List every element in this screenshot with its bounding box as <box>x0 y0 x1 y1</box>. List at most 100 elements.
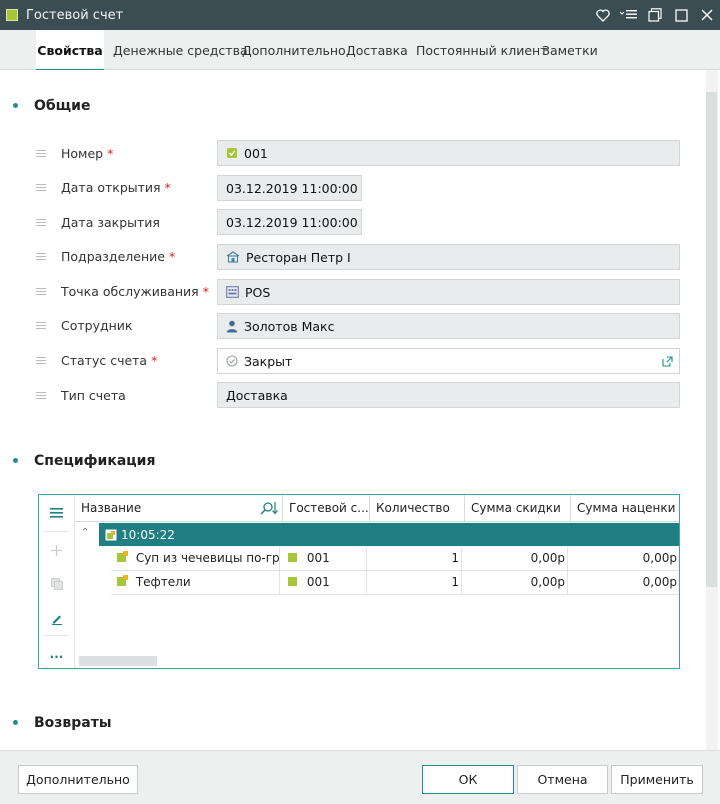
row-markup-cell: 0,00р <box>642 551 677 565</box>
check-circle-icon <box>226 355 238 367</box>
drag-handle-icon[interactable] <box>36 150 46 157</box>
employee-value: Золотов Макс <box>244 318 335 334</box>
table-row[interactable]: Суп из чечевицы по-греч... 001 1 0,00р 0… <box>111 547 679 571</box>
service-point-value: POS <box>245 284 271 300</box>
tab-delivery[interactable]: Доставка <box>346 30 408 70</box>
add-icon[interactable] <box>39 536 74 564</box>
window-controls <box>590 0 720 30</box>
tab-loyal-client[interactable]: Постоянный клиент <box>416 30 548 70</box>
type-field[interactable]: Доставка <box>217 382 680 408</box>
toolbar-divider <box>43 635 70 636</box>
division-label: Подразделение * <box>61 249 176 264</box>
status-select[interactable]: Закрыт <box>217 348 680 374</box>
copy-icon[interactable] <box>39 570 74 598</box>
row-check-cell: 001 <box>280 571 367 594</box>
drag-handle-icon[interactable] <box>36 357 46 364</box>
column-header-name[interactable]: Название <box>75 495 283 522</box>
check-square-icon <box>288 577 297 586</box>
maximize-icon[interactable] <box>668 0 694 30</box>
tab-additional[interactable]: Дополнительно <box>242 30 346 70</box>
number-label: Номер * <box>61 146 114 161</box>
favorite-heart-icon[interactable] <box>590 0 616 30</box>
number-field[interactable]: 001 <box>217 140 680 166</box>
drag-handle-icon[interactable] <box>36 288 46 295</box>
status-label: Статус счета * <box>61 353 158 368</box>
tab-properties[interactable]: Свойства <box>36 30 104 71</box>
close-date-field[interactable]: 03.12.2019 11:00:00 <box>217 209 362 235</box>
row-discount-cell: 0,00р <box>462 571 568 594</box>
service-point-field[interactable]: POS <box>217 279 680 305</box>
drag-handle-icon[interactable] <box>36 392 46 399</box>
row-discount-cell: 0,00р <box>462 547 568 570</box>
division-value: Ресторан Петр I <box>246 249 351 265</box>
row-markup-cell: 0,00р <box>642 575 677 589</box>
group-check-icon <box>105 529 117 541</box>
cancel-button[interactable]: Отмена <box>517 765 608 794</box>
row-name-cell: Суп из чечевицы по-греч... <box>111 547 280 570</box>
section-general-title: Общие <box>34 98 91 114</box>
number-value: 001 <box>244 145 268 161</box>
close-icon[interactable] <box>694 0 720 30</box>
open-date-field[interactable]: 03.12.2019 11:00:00 <box>217 175 362 201</box>
row-qty-cell: 1 <box>367 547 462 570</box>
type-value: Доставка <box>226 387 288 403</box>
row-check-cell: 001 <box>280 547 367 570</box>
dish-icon <box>117 551 128 562</box>
dialog-footer: Дополнительно ОК Отмена Применить <box>0 750 720 804</box>
more-options-icon[interactable]: ... <box>39 640 74 668</box>
division-field[interactable]: Ресторан Петр I <box>217 244 680 270</box>
close-date-label: Дата закрытия <box>61 215 160 230</box>
section-bullet <box>13 720 18 725</box>
section-returns-title: Возвраты <box>34 715 112 731</box>
grid-header: Название Гостевой с... Количество Сумма … <box>75 495 679 522</box>
service-point-label: Точка обслуживания * <box>61 284 209 299</box>
spec-grid: ... Название Гостевой с... Количество Су… <box>38 494 680 669</box>
column-header-markup[interactable]: Сумма наценки <box>571 495 679 522</box>
ok-button[interactable]: ОК <box>422 765 514 794</box>
horizontal-scrollbar-thumb[interactable] <box>79 656 157 666</box>
drag-handle-icon[interactable] <box>36 253 46 260</box>
section-bullet <box>13 458 18 463</box>
dish-icon <box>117 575 128 586</box>
status-value: Закрыт <box>244 353 293 369</box>
drag-handle-icon[interactable] <box>36 184 46 191</box>
vertical-scrollbar-thumb[interactable] <box>706 92 717 587</box>
drag-handle-icon[interactable] <box>36 219 46 226</box>
search-sort-icon[interactable] <box>259 501 279 519</box>
grid-menu-icon[interactable] <box>39 499 74 527</box>
row-qty-cell: 1 <box>367 571 462 594</box>
close-date-value: 03.12.2019 11:00:00 <box>226 214 358 230</box>
pos-terminal-icon <box>226 286 239 298</box>
title-bar: Гостевой счет <box>0 0 720 30</box>
toolbar-divider <box>43 531 70 532</box>
menu-list-icon[interactable] <box>616 0 642 30</box>
restore-window-icon[interactable] <box>642 0 668 30</box>
tab-notes[interactable]: Заметки <box>542 30 598 70</box>
drag-handle-icon[interactable] <box>36 322 46 329</box>
person-icon <box>226 320 238 333</box>
tab-bar: Свойства Денежные средства Дополнительно… <box>0 30 720 71</box>
open-date-label: Дата открытия * <box>61 180 171 195</box>
collapse-chevron-icon[interactable]: ⌃ <box>81 527 89 538</box>
section-bullet <box>13 103 18 108</box>
window-title: Гостевой счет <box>26 7 124 23</box>
column-header-quantity[interactable]: Количество <box>370 495 465 522</box>
open-link-icon[interactable] <box>662 355 673 370</box>
grid-toolbar: ... <box>39 495 75 668</box>
table-row[interactable]: Тефтели 001 1 0,00р 0,00р <box>111 571 679 595</box>
edit-pencil-icon[interactable] <box>39 605 74 633</box>
apply-button[interactable]: Применить <box>611 765 703 794</box>
restaurant-building-icon <box>226 251 240 263</box>
group-row[interactable]: 10:05:22 <box>99 523 679 546</box>
column-header-check[interactable]: Гостевой с... <box>283 495 370 522</box>
group-label: 10:05:22 <box>121 527 175 542</box>
column-header-discount[interactable]: Сумма скидки <box>465 495 571 522</box>
employee-field[interactable]: Золотов Макс <box>217 313 680 339</box>
section-spec-title: Спецификация <box>34 453 156 469</box>
app-icon <box>6 9 18 21</box>
more-button[interactable]: Дополнительно <box>18 765 138 794</box>
check-number-icon <box>226 147 238 159</box>
row-name-cell: Тефтели <box>111 571 280 594</box>
tab-money[interactable]: Денежные средства <box>113 30 248 70</box>
open-date-value: 03.12.2019 11:00:00 <box>226 180 358 196</box>
